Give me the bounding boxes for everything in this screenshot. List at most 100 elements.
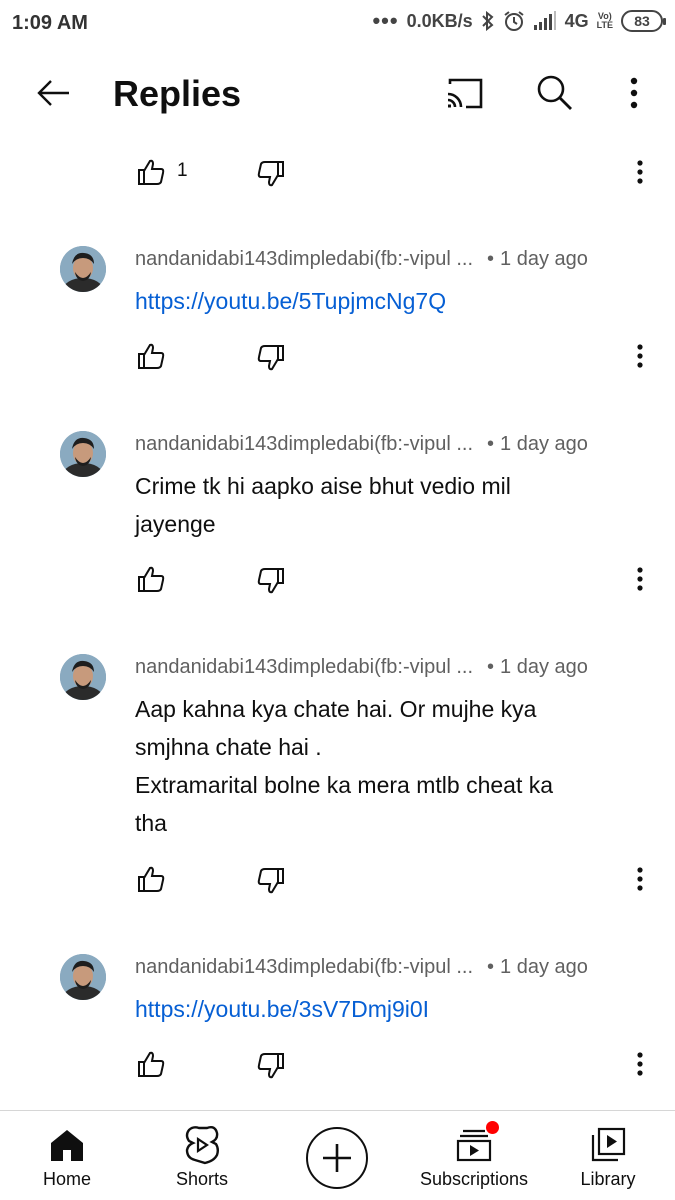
comment-more-button[interactable] xyxy=(626,1046,654,1082)
cast-icon xyxy=(447,78,483,109)
comment-body: Aap kahna kya chate hai. Or mujhe kya sm… xyxy=(135,690,635,842)
avatar[interactable] xyxy=(60,246,106,292)
comment-meta: nandanidabi143dimpledabi(fb:-vipul ... • 1… xyxy=(135,956,588,978)
bluetooth-icon xyxy=(481,11,494,31)
like-button[interactable] xyxy=(134,863,168,895)
more-vert-icon xyxy=(630,77,638,109)
comment-time: 1 day ago xyxy=(500,956,588,978)
signal-icon xyxy=(533,11,556,30)
thumbs-up-icon xyxy=(138,866,165,892)
thumbs-down-icon xyxy=(257,868,284,894)
comment-actions xyxy=(0,1042,675,1086)
comment-more-button[interactable] xyxy=(626,561,654,597)
comment-more-button[interactable] xyxy=(626,338,654,374)
status-time: 1:09 AM xyxy=(12,12,88,34)
nav-home[interactable]: Home xyxy=(28,1111,106,1200)
volte-indicator: Vo) LTE xyxy=(596,11,613,30)
status-bar: 1:09 AM ••• 0.0KB/s 4G Vo) LTE 83 xyxy=(0,0,675,48)
comment-line: Crime tk hi aapko aise bhut vedio mil xyxy=(135,473,511,499)
like-button[interactable] xyxy=(134,156,168,188)
comment-line: Aap kahna kya chate hai. Or mujhe kya xyxy=(135,696,537,722)
more-vert-icon xyxy=(637,344,643,368)
comment-body: https://youtu.be/5TupjmcNg7Q xyxy=(135,282,635,320)
comment-more-button[interactable] xyxy=(626,861,654,897)
thumbs-down-icon xyxy=(257,345,284,371)
comment-actions: 1 xyxy=(0,150,675,194)
comment-author[interactable]: nandanidabi143dimpledabi(fb:-vipul ... xyxy=(135,248,473,270)
back-button[interactable] xyxy=(30,73,76,113)
avatar[interactable] xyxy=(60,431,106,477)
avatar-icon xyxy=(60,431,106,477)
comment-more-button[interactable] xyxy=(626,154,654,190)
network-speed: 0.0KB/s xyxy=(406,10,473,31)
network-type: 4G xyxy=(564,10,589,31)
like-count: 1 xyxy=(177,160,188,181)
thumbs-up-icon xyxy=(138,159,165,185)
alarm-icon xyxy=(504,11,524,31)
comment-line: smjhna chate hai . xyxy=(135,734,322,760)
avatar-icon xyxy=(60,954,106,1000)
comment-body: https://youtu.be/3sV7Dmj9i0I xyxy=(135,990,635,1028)
comment-actions xyxy=(0,557,675,601)
dislike-button[interactable] xyxy=(254,342,288,374)
comment-link[interactable]: https://youtu.be/3sV7Dmj9i0I xyxy=(135,990,635,1028)
comment-actions xyxy=(0,857,675,901)
dislike-button[interactable] xyxy=(254,865,288,897)
comment-line: jayenge xyxy=(135,511,216,537)
nav-subscriptions-label: Subscriptions xyxy=(419,1169,529,1189)
like-button[interactable] xyxy=(134,1048,168,1080)
thumbs-up-icon xyxy=(138,1051,165,1077)
search-icon xyxy=(537,75,572,110)
comment-time: 1 day ago xyxy=(500,248,588,270)
cast-button[interactable] xyxy=(440,73,488,113)
thumbs-up-icon xyxy=(138,566,165,592)
bottom-navigation: Home Shorts Subscriptions Library xyxy=(0,1110,675,1200)
thumbs-down-icon xyxy=(257,1053,284,1079)
library-icon xyxy=(591,1127,626,1162)
dislike-button[interactable] xyxy=(254,565,288,597)
comment-meta: nandanidabi143dimpledabi(fb:-vipul ... • 1… xyxy=(135,656,588,678)
more-vert-icon xyxy=(637,160,643,184)
nav-shorts-label: Shorts xyxy=(175,1169,229,1189)
nav-subscriptions[interactable]: Subscriptions xyxy=(412,1111,536,1200)
dislike-button[interactable] xyxy=(254,158,288,190)
nav-home-label: Home xyxy=(42,1169,91,1189)
like-button[interactable] xyxy=(134,340,168,372)
avatar-icon xyxy=(60,246,106,292)
comment-meta: nandanidabi143dimpledabi(fb:-vipul ... • 1… xyxy=(135,433,588,455)
nav-shorts[interactable]: Shorts xyxy=(160,1111,244,1200)
thumbs-down-icon xyxy=(257,161,284,187)
search-button[interactable] xyxy=(532,71,578,115)
more-options-button[interactable] xyxy=(614,71,654,115)
comment-line: tha xyxy=(135,810,167,836)
nav-library-label: Library xyxy=(580,1169,636,1189)
battery-indicator: 83 xyxy=(621,10,666,32)
comment-time: 1 day ago xyxy=(500,433,588,455)
comment-author[interactable]: nandanidabi143dimpledabi(fb:-vipul ... xyxy=(135,956,473,978)
more-vert-icon xyxy=(637,1052,643,1076)
dots-icon: ••• xyxy=(372,8,399,33)
comment-line: Extramarital bolne ka mera mtlb cheat ka xyxy=(135,772,554,798)
comment-body: Crime tk hi aapko aise bhut vedio mil ja… xyxy=(135,467,635,543)
like-button[interactable] xyxy=(134,563,168,595)
page-title: Replies xyxy=(113,73,242,114)
create-button[interactable] xyxy=(306,1127,368,1189)
comment-time: 1 day ago xyxy=(500,656,588,678)
avatar[interactable] xyxy=(60,654,106,700)
comment-author[interactable]: nandanidabi143dimpledabi(fb:-vipul ... xyxy=(135,656,473,678)
avatar-icon xyxy=(60,654,106,700)
back-arrow-icon xyxy=(37,80,69,106)
comment-meta: nandanidabi143dimpledabi(fb:-vipul ... • 1… xyxy=(135,248,588,270)
home-icon xyxy=(51,1130,83,1161)
status-icons: ••• 0.0KB/s 4G Vo) LTE 83 xyxy=(372,8,666,33)
comment-author[interactable]: nandanidabi143dimpledabi(fb:-vipul ... xyxy=(135,433,473,455)
nav-library[interactable]: Library xyxy=(570,1111,646,1200)
thumbs-down-icon xyxy=(257,568,284,594)
thumbs-up-icon xyxy=(138,343,165,369)
avatar[interactable] xyxy=(60,954,106,1000)
comment-link[interactable]: https://youtu.be/5TupjmcNg7Q xyxy=(135,282,635,320)
notification-dot xyxy=(486,1121,499,1134)
more-vert-icon xyxy=(637,567,643,591)
dislike-button[interactable] xyxy=(254,1050,288,1082)
shorts-icon xyxy=(185,1125,219,1165)
